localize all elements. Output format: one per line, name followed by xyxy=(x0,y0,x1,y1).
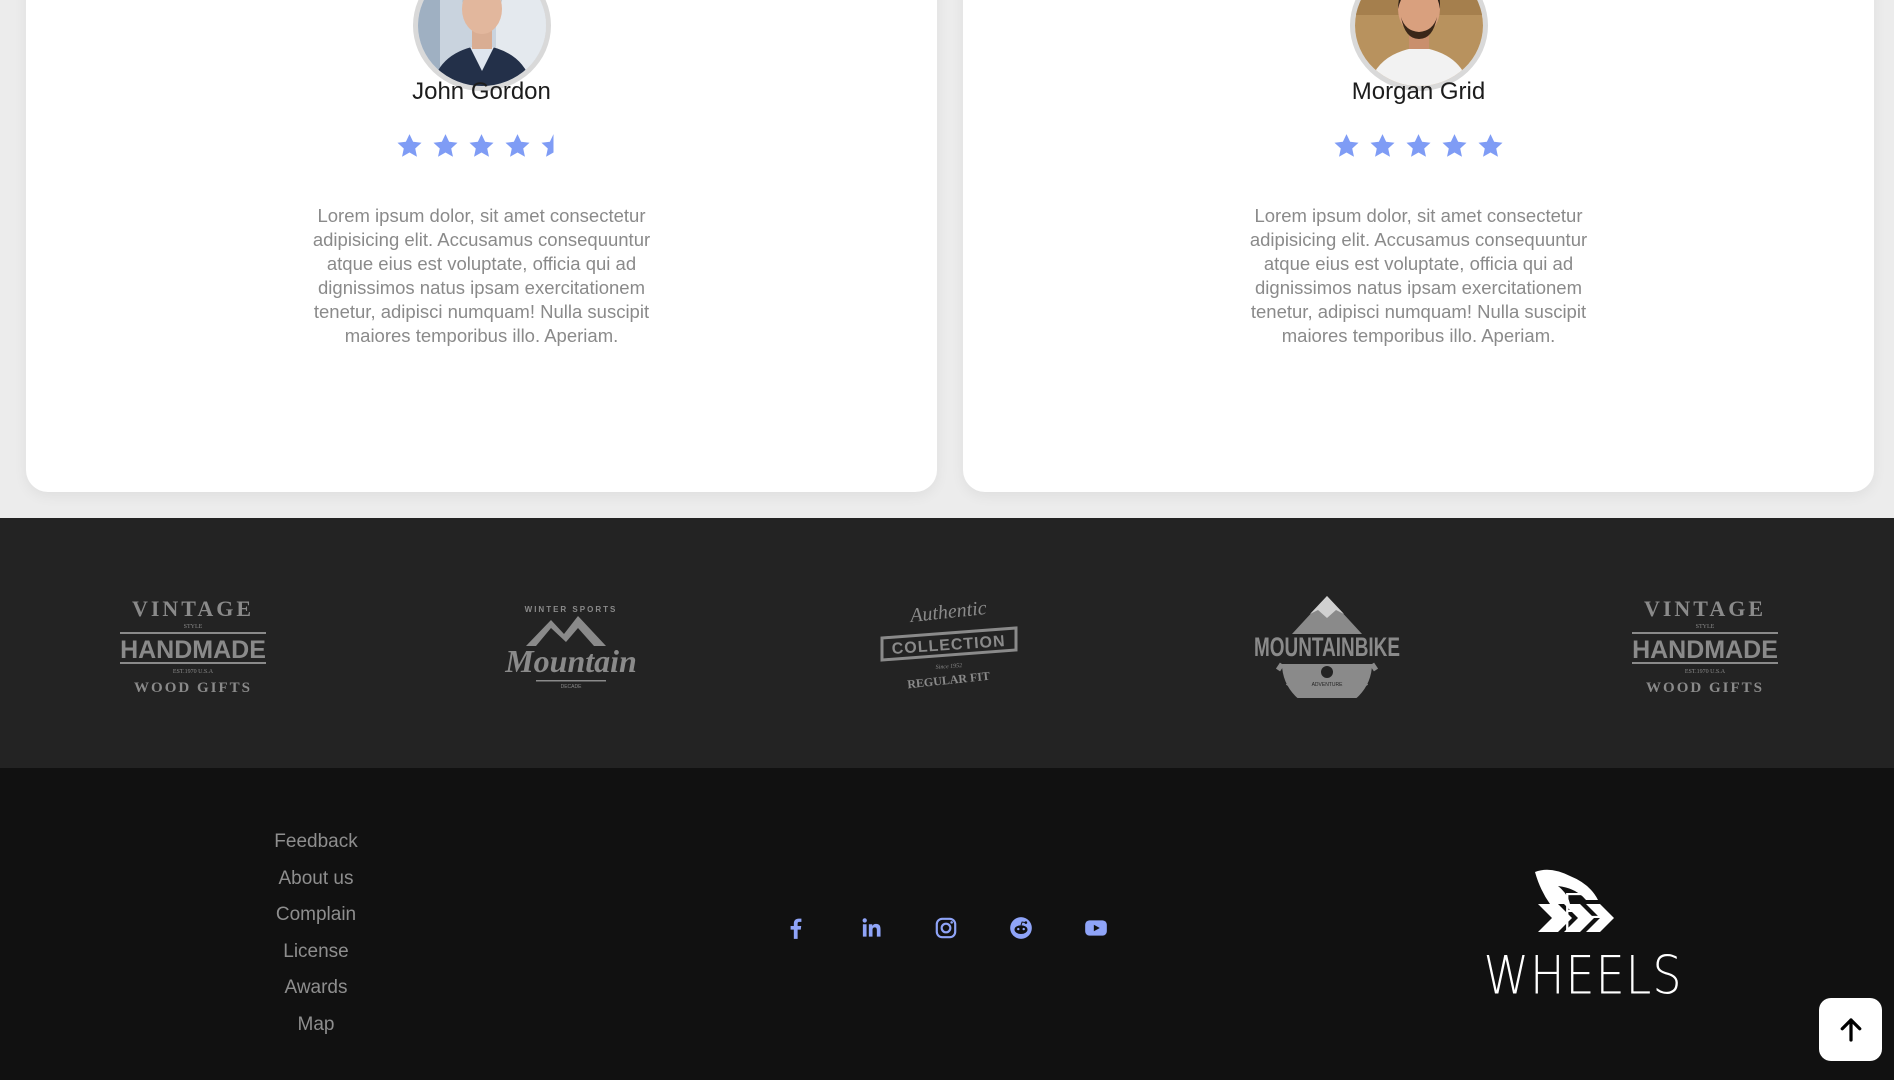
footer-link-feedback[interactable]: Feedback xyxy=(216,824,416,861)
scroll-to-top-button[interactable] xyxy=(1819,998,1882,1061)
brand-logo: F-WHEELS xyxy=(1480,860,1686,1006)
social-links xyxy=(778,910,1113,945)
youtube-icon[interactable] xyxy=(1078,910,1113,945)
avatar-photo-morgan xyxy=(1354,0,1483,86)
star-rating xyxy=(26,132,937,160)
footer-link-awards[interactable]: Awards xyxy=(216,970,416,1007)
svg-text:WINTER SPORTS: WINTER SPORTS xyxy=(525,605,618,614)
svg-text:ADVENTURE: ADVENTURE xyxy=(1312,682,1344,688)
partner-logos-strip: VINTAGE STYLE HANDMADE EST.1970 U.S.A WO… xyxy=(0,518,1894,768)
star-icon xyxy=(1478,134,1503,157)
facebook-icon[interactable] xyxy=(778,910,813,945)
svg-text:HANDMADE: HANDMADE xyxy=(120,636,266,664)
star-icon xyxy=(1334,134,1359,157)
testimonial-text: Lorem ipsum dolor, sit amet consectetur … xyxy=(312,205,651,346)
linkedin-icon[interactable] xyxy=(853,910,888,945)
svg-text:VINTAGE: VINTAGE xyxy=(132,596,254,621)
svg-text:EST.1970 U.S.A: EST.1970 U.S.A xyxy=(1685,669,1726,675)
svg-text:WOOD GIFTS: WOOD GIFTS xyxy=(134,680,252,696)
reddit-icon[interactable] xyxy=(1003,910,1038,945)
star-icon xyxy=(1370,134,1395,157)
testimonial-name: John Gordon xyxy=(412,78,551,105)
testimonial-name: Morgan Grid xyxy=(1351,78,1486,105)
svg-text:STYLE: STYLE xyxy=(184,624,203,630)
star-icon xyxy=(433,134,458,157)
star-icon xyxy=(397,134,422,157)
brand-name: F-WHEELS xyxy=(1483,881,1683,1007)
star-icon xyxy=(505,134,530,157)
arrow-up-icon xyxy=(1840,1017,1861,1042)
testimonials-section: John Gordon Lorem ipsum dolor, sit amet … xyxy=(0,0,1894,518)
star-icon xyxy=(1442,134,1467,157)
svg-text:Authentic: Authentic xyxy=(907,597,988,627)
logo-mountainbike: MOUNTAINBIKE ADVENTURE xyxy=(1252,588,1402,709)
footer-link-complain[interactable]: Complain xyxy=(216,897,416,934)
svg-text:WOOD GIFTS: WOOD GIFTS xyxy=(1646,680,1764,696)
testimonial-card: John Gordon Lorem ipsum dolor, sit amet … xyxy=(26,0,937,492)
testimonial-card: Morgan Grid Lorem ipsum dolor, sit amet … xyxy=(963,0,1874,492)
footer-link-about-us[interactable]: About us xyxy=(216,861,416,898)
site-footer: Feedback About us Complain License Award… xyxy=(0,768,1894,1080)
svg-text:HANDMADE: HANDMADE xyxy=(1632,636,1778,664)
svg-text:Since 1952: Since 1952 xyxy=(936,663,963,671)
logo-vintage-handmade: VINTAGE STYLE HANDMADE EST.1970 U.S.A WO… xyxy=(118,588,268,698)
star-rating xyxy=(963,132,1874,160)
svg-text:REGULAR FIT: REGULAR FIT xyxy=(907,669,991,692)
footer-link-license[interactable]: License xyxy=(216,934,416,971)
logo-mountain: WINTER SPORTS Mountain DECADE xyxy=(496,588,646,698)
logo-vintage-handmade: VINTAGE STYLE HANDMADE EST.1970 U.S.A WO… xyxy=(1630,588,1780,698)
svg-text:VINTAGE: VINTAGE xyxy=(1644,596,1766,621)
avatar-photo-john xyxy=(417,0,546,86)
star-half-icon xyxy=(541,134,554,157)
star-icon xyxy=(1406,134,1431,157)
instagram-icon[interactable] xyxy=(928,910,963,945)
logo-authentic-collection: Authentic COLLECTION Since 1952 REGULAR … xyxy=(874,588,1024,698)
testimonial-text: Lorem ipsum dolor, sit amet consectetur … xyxy=(1249,205,1588,346)
svg-text:EST.1970 U.S.A: EST.1970 U.S.A xyxy=(173,669,214,675)
star-icon xyxy=(469,134,494,157)
footer-nav: Feedback About us Complain License Award… xyxy=(216,824,416,1044)
footer-link-map[interactable]: Map xyxy=(216,1007,416,1044)
svg-text:DECADE: DECADE xyxy=(561,684,583,690)
svg-text:Mountain: Mountain xyxy=(504,643,637,679)
svg-text:MOUNTAINBIKE: MOUNTAINBIKE xyxy=(1254,632,1400,662)
svg-text:STYLE: STYLE xyxy=(1696,624,1715,630)
